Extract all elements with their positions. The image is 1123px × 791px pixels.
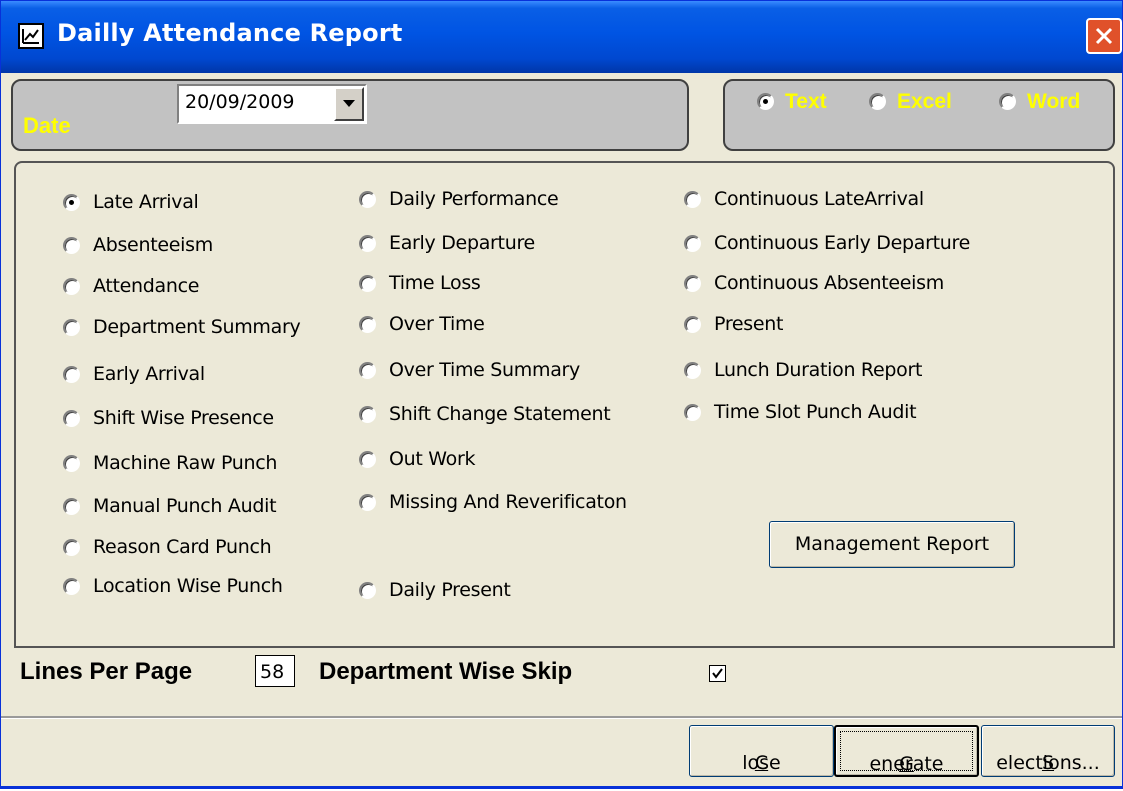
report-icon (18, 23, 44, 49)
report-option-label: Time Loss (389, 272, 481, 294)
report-option-label: Continuous LateArrival (714, 188, 924, 210)
format-text-label: Text (785, 90, 827, 113)
radio-button[interactable] (684, 316, 701, 333)
radio-button[interactable] (359, 191, 376, 208)
department-wise-skip-checkbox[interactable] (709, 665, 726, 682)
report-option-label: Over Time (389, 313, 485, 335)
report-option-label: Late Arrival (93, 191, 199, 213)
date-value[interactable]: 20/09/2009 (185, 91, 295, 113)
dropdown-arrow-icon (343, 100, 355, 107)
radio-button[interactable] (63, 319, 80, 336)
close-x-icon (1095, 27, 1113, 45)
report-option-label: Time Slot Punch Audit (714, 401, 917, 423)
report-option-label: Daily Performance (389, 188, 559, 210)
title-bar[interactable]: Dailly Attendance Report (1, 1, 1122, 73)
daily-attendance-report-window: Dailly Attendance Report Date 20/09/2009… (0, 0, 1123, 788)
report-option-label: Shift Wise Presence (93, 407, 274, 429)
report-option-label: Department Summary (93, 316, 301, 338)
date-picker[interactable]: 20/09/2009 (177, 84, 367, 124)
report-option-label: Out Work (389, 448, 476, 470)
radio-button[interactable] (359, 235, 376, 252)
radio-button[interactable] (63, 366, 80, 383)
format-word-radio[interactable] (999, 93, 1016, 110)
radio-button[interactable] (684, 235, 701, 252)
report-option-label: Present (714, 313, 784, 335)
radio-button[interactable] (684, 362, 701, 379)
checkmark-icon (712, 668, 723, 679)
report-option-label: Missing And Reverificaton (389, 491, 627, 513)
management-report-label: Management Report (794, 533, 990, 555)
radio-button[interactable] (359, 362, 376, 379)
radio-button[interactable] (359, 275, 376, 292)
close-button[interactable]: Close (689, 725, 834, 777)
generate-button[interactable]: Generate (834, 725, 979, 777)
report-option-label: Lunch Duration Report (714, 359, 923, 381)
report-option-label: Continuous Early Departure (714, 232, 970, 254)
radio-button[interactable] (63, 194, 80, 211)
radio-button[interactable] (63, 410, 80, 427)
lines-per-page-label: Lines Per Page (20, 658, 193, 685)
report-option-label: Machine Raw Punch (93, 452, 278, 474)
report-option-label: Early Arrival (93, 363, 205, 385)
radio-button[interactable] (359, 451, 376, 468)
selections-button[interactable]: Selections... (981, 725, 1115, 777)
management-report-button[interactable]: Management Report (769, 521, 1015, 568)
date-dropdown-button[interactable] (334, 87, 364, 121)
radio-button[interactable] (63, 539, 80, 556)
radio-button[interactable] (63, 237, 80, 254)
radio-button[interactable] (684, 275, 701, 292)
lines-per-page-input[interactable]: 58 (255, 655, 295, 687)
lines-per-page-value[interactable]: 58 (260, 661, 284, 683)
radio-button[interactable] (359, 494, 376, 511)
radio-button[interactable] (359, 406, 376, 423)
report-option-label: Over Time Summary (389, 359, 580, 381)
close-window-button[interactable] (1086, 18, 1122, 54)
radio-button[interactable] (359, 316, 376, 333)
window-bottom-border (0, 786, 1123, 789)
report-option-label: Shift Change Statement (389, 403, 611, 425)
radio-button[interactable] (684, 191, 701, 208)
window-title: Dailly Attendance Report (57, 19, 403, 47)
radio-button[interactable] (63, 278, 80, 295)
report-option-label: Daily Present (389, 579, 511, 601)
radio-button[interactable] (63, 578, 80, 595)
report-option-label: Early Departure (389, 232, 535, 254)
date-label: Date (23, 113, 71, 138)
radio-button[interactable] (63, 455, 80, 472)
report-option-label: Location Wise Punch (93, 575, 283, 597)
format-excel-label: Excel (897, 90, 952, 113)
radio-button[interactable] (359, 582, 376, 599)
report-option-label: Absenteeism (93, 234, 213, 256)
format-text-radio[interactable] (757, 93, 774, 110)
report-option-label: Reason Card Punch (93, 536, 272, 558)
report-option-label: Attendance (93, 275, 200, 297)
radio-button[interactable] (63, 498, 80, 515)
report-option-label: Manual Punch Audit (93, 495, 277, 517)
report-option-label: Continuous Absenteeism (714, 272, 944, 294)
department-wise-skip-label: Department Wise Skip (319, 658, 573, 685)
format-excel-radio[interactable] (869, 93, 886, 110)
format-word-label: Word (1027, 90, 1081, 113)
radio-button[interactable] (684, 404, 701, 421)
